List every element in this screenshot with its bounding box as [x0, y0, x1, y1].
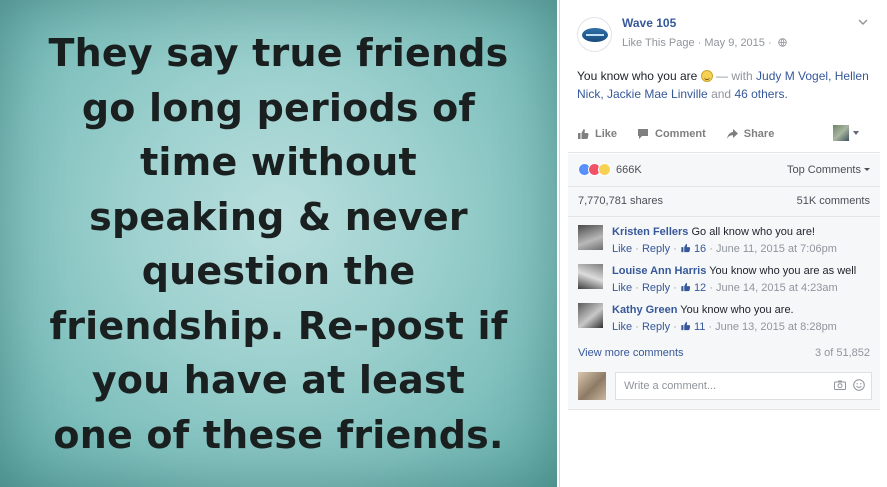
post-meta: Like This Page · May 9, 2015 · — [622, 37, 787, 49]
comment-like-link[interactable]: Like — [612, 282, 632, 294]
comment-text: You know who you are as well — [709, 265, 857, 277]
comment-like-count[interactable]: 11 — [694, 321, 705, 333]
comment-body: Kathy Green You know who you are. — [612, 303, 794, 317]
comment-like-link[interactable]: Like — [612, 243, 632, 255]
divider — [568, 186, 880, 187]
post-message: You know who you are — with Judy M Vogel… — [577, 67, 877, 103]
comment-item: Louise Ann Harris You know who you are a… — [578, 264, 874, 300]
quote-line: question the — [141, 249, 416, 293]
reaction-count: 666K — [616, 163, 642, 176]
comments-count-link[interactable]: 51K comments — [797, 195, 870, 207]
haha-reaction-icon — [598, 163, 611, 176]
avatar — [578, 372, 606, 400]
comment-input-placeholder: Write a comment... — [624, 380, 717, 392]
post-as-selector[interactable] — [833, 125, 859, 141]
comment-reply-link[interactable]: Reply — [642, 282, 670, 294]
camera-icon[interactable] — [834, 380, 846, 390]
feedback-section: 666K Top Comments 7,770,781 shares 51K c… — [568, 154, 880, 364]
comment-button[interactable]: Comment — [637, 128, 706, 140]
logo-mark — [581, 27, 608, 42]
comment-icon — [638, 129, 649, 139]
profile-avatar — [833, 125, 849, 141]
post-actions: Like Comment Share — [577, 124, 873, 144]
reactions-summary[interactable]: 666K — [578, 163, 642, 176]
comment-date-link[interactable]: June 14, 2015 at 4:23am — [716, 282, 838, 294]
quote-line: one of these friends. — [53, 412, 504, 457]
like-button[interactable]: Like — [577, 128, 617, 140]
share-icon — [726, 129, 738, 139]
comment-date-link[interactable]: June 13, 2015 at 8:28pm — [715, 321, 837, 333]
quote-line: you have at least — [91, 358, 466, 402]
meta-separator: · — [767, 37, 772, 49]
quote-text: They say true friends go long periods of… — [0, 26, 557, 462]
view-more-row: View more comments 3 of 51,852 — [578, 347, 870, 359]
comment-meta: Like · Reply · 12 · June 14, 2015 at 4:2… — [612, 282, 838, 294]
thumbs-up-icon — [681, 282, 690, 292]
comment-pagination: 3 of 51,852 — [814, 347, 870, 359]
comment-reply-link[interactable]: Reply — [642, 243, 670, 255]
thumbs-up-icon — [681, 243, 690, 253]
page-name-link[interactable]: Wave 105 — [622, 16, 676, 30]
like-icon — [578, 129, 589, 139]
comment-like-count[interactable]: 12 — [694, 282, 706, 294]
avatar[interactable] — [578, 264, 603, 289]
shares-row: 7,770,781 shares 51K comments — [578, 195, 870, 207]
emoji-icon[interactable] — [853, 379, 865, 391]
comment-author-link[interactable]: Kathy Green — [612, 304, 677, 316]
comment-author-link[interactable]: Louise Ann Harris — [612, 265, 706, 277]
comment-text: You know who you are. — [680, 304, 794, 316]
thumbs-up-icon — [681, 321, 690, 331]
like-page-link[interactable]: Like This Page — [622, 37, 695, 49]
quote-line: go long periods of — [81, 85, 476, 130]
comment-text: Go all know who you are! — [691, 226, 815, 238]
post-image[interactable]: They say true friends go long periods of… — [0, 0, 557, 487]
avatar[interactable] — [578, 225, 603, 250]
shares-count-link[interactable]: 7,770,781 shares — [578, 195, 663, 207]
comment-body: Louise Ann Harris You know who you are a… — [612, 264, 856, 278]
and-label: and — [711, 87, 732, 101]
share-button[interactable]: Share — [726, 128, 775, 140]
quote-line: time without — [140, 140, 417, 184]
caret-down-icon — [864, 168, 870, 171]
comment-input-icons — [827, 379, 865, 391]
view-more-comments-link[interactable]: View more comments — [578, 347, 684, 359]
comment-author-link[interactable]: Kristen Fellers — [612, 226, 688, 238]
comment-like-count[interactable]: 16 — [694, 243, 706, 255]
with-label: — with — [716, 69, 753, 83]
sort-label: Top Comments — [787, 164, 861, 176]
message-text: You know who you are — [577, 69, 698, 83]
comment-meta: Like · Reply · 16 · June 11, 2015 at 7:0… — [612, 243, 837, 255]
quote-line: speaking & never — [89, 194, 468, 239]
quote-line: friendship. Re-post if — [49, 303, 508, 348]
post-date-link[interactable]: May 9, 2015 — [704, 37, 765, 49]
others-link[interactable]: 46 others. — [734, 87, 787, 101]
divider — [568, 152, 880, 153]
comment-date-link[interactable]: June 11, 2015 at 7:06pm — [716, 243, 837, 255]
post-panel: Wave 105 Like This Page · May 9, 2015 · … — [559, 0, 887, 487]
share-label: Share — [743, 128, 775, 140]
post-header: Wave 105 Like This Page · May 9, 2015 · — [560, 0, 887, 60]
comment-item: Kristen Fellers Go all know who you are!… — [578, 225, 874, 261]
meta-separator: · — [697, 37, 702, 49]
avatar[interactable] — [578, 303, 603, 328]
comment-label: Comment — [655, 128, 706, 140]
panel-footer-space — [568, 411, 880, 487]
globe-icon[interactable] — [777, 38, 787, 47]
chevron-down-icon[interactable] — [858, 18, 868, 26]
comment-sort-dropdown[interactable]: Top Comments — [787, 164, 870, 176]
page-logo[interactable] — [577, 17, 612, 52]
smiley-icon — [700, 70, 713, 82]
caret-down-icon — [853, 131, 859, 135]
comment-item: Kathy Green You know who you are. Like ·… — [578, 303, 874, 339]
comment-like-link[interactable]: Like — [612, 321, 632, 333]
like-label: Like — [595, 128, 618, 140]
comment-body: Kristen Fellers Go all know who you are! — [612, 225, 815, 239]
quote-line: They say true friends — [48, 31, 509, 75]
write-comment-row: Write a comment... — [568, 364, 880, 410]
comment-input[interactable]: Write a comment... — [615, 372, 872, 400]
comment-reply-link[interactable]: Reply — [642, 321, 670, 333]
comment-meta: Like · Reply · 11 · June 13, 2015 at 8:2… — [612, 321, 837, 333]
divider — [568, 216, 880, 217]
